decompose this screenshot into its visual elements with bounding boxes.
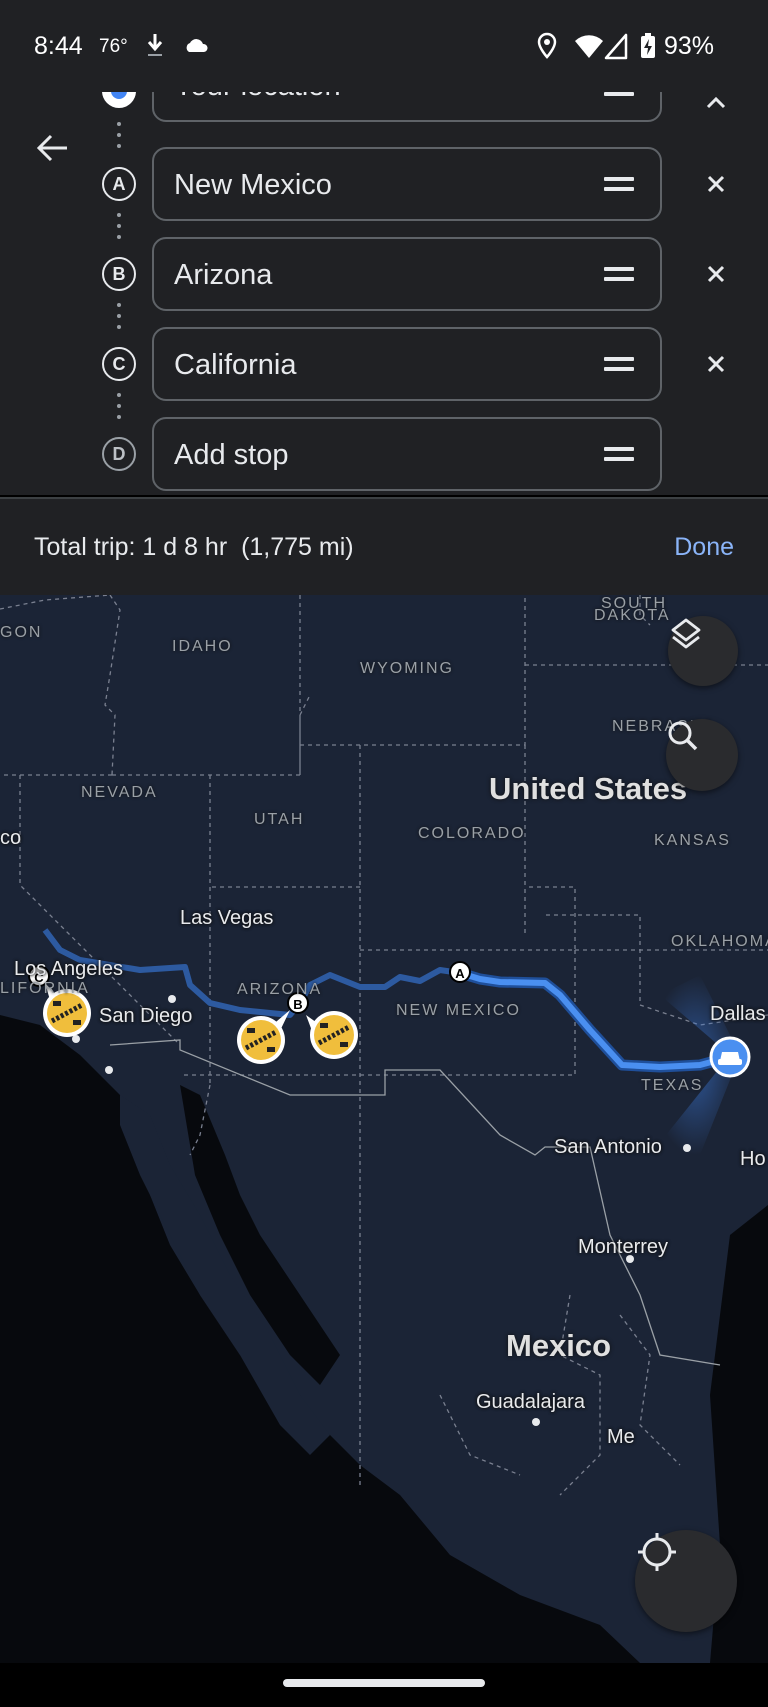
los-angeles-dot (72, 1035, 80, 1043)
close-icon (707, 355, 725, 373)
remove-stop-a-button[interactable] (700, 168, 732, 200)
route-marker-a: A (449, 961, 471, 983)
location-icon (536, 32, 558, 65)
system-nav-bar (0, 1663, 768, 1707)
connector-dots (117, 393, 121, 426)
trip-summary: Total trip: 1 d 8 hr (1,775 mi) Done (0, 497, 768, 595)
drag-handle-icon[interactable] (604, 447, 634, 463)
arrow-left-icon (36, 134, 67, 162)
add-stop-placeholder: Add stop (174, 439, 289, 471)
city-label-san-diego: San Diego (99, 1005, 193, 1027)
stop-field-c-text: California (174, 349, 297, 381)
search-map-button[interactable] (666, 719, 738, 791)
state-label: NEW MEXICO (396, 1002, 521, 1019)
state-label: NEVADA (81, 784, 158, 801)
search-icon (668, 721, 698, 751)
city-label-dallas: Dallas (710, 1003, 766, 1025)
battery-percentage: 93% (664, 32, 715, 60)
remove-stop-b-button[interactable] (700, 258, 732, 290)
drag-handle-icon[interactable] (604, 357, 634, 373)
download-icon (146, 32, 164, 63)
wifi-icon (574, 32, 604, 65)
city-label-los-angeles: Los Angeles (14, 958, 123, 980)
state-label: UTAH (254, 811, 305, 828)
drag-handle-icon[interactable] (604, 92, 634, 98)
guadalajara-dot (532, 1418, 540, 1426)
country-label: Mexico (506, 1328, 612, 1363)
country-label: United States (489, 771, 688, 806)
recenter-button[interactable] (635, 1530, 737, 1632)
back-button[interactable] (28, 124, 76, 172)
total-trip-distance: (1,775 mi) (241, 533, 354, 561)
city-label-guadalajara: Guadalajara (476, 1391, 585, 1413)
city-label-san-francisco: co (0, 827, 22, 849)
status-bar: 8:44 76° 93% (0, 0, 768, 92)
state-label: GON (0, 624, 43, 641)
state-label: TEXAS (641, 1077, 704, 1094)
city-label-mexico-city: Me (607, 1426, 635, 1448)
stop-field-b[interactable]: Arizona (152, 237, 662, 311)
stop-field-c[interactable]: California (152, 327, 662, 401)
state-label: LIFORNIA (0, 980, 90, 997)
route-marker-a-label: A (455, 966, 465, 981)
stop-field-a-text: New Mexico (174, 169, 332, 201)
done-button[interactable]: Done (674, 533, 734, 562)
signal-icon (604, 32, 628, 65)
directions-panel: Your location A New Mexico B Arizona C C… (0, 92, 768, 495)
chevron-up-icon (706, 96, 726, 109)
state-label: KANSAS (654, 832, 731, 849)
incident-marker-arizona-1 (237, 1010, 290, 1064)
current-location-car (709, 1036, 751, 1078)
incident-marker-arizona-2 (306, 1011, 358, 1059)
collapse-button[interactable] (700, 92, 732, 118)
status-time: 8:44 (34, 32, 83, 60)
stop-marker-c: C (102, 347, 136, 381)
crosshair-icon (638, 1533, 676, 1571)
san-diego-dot (105, 1066, 113, 1074)
stop-marker-d: D (102, 437, 136, 471)
stop-marker-b: B (102, 257, 136, 291)
stop-field-a[interactable]: New Mexico (152, 147, 662, 221)
state-label: COLORADO (418, 825, 526, 842)
connector-dots (117, 122, 121, 155)
city-label-houston: Ho (740, 1148, 766, 1170)
origin-marker (102, 92, 136, 108)
origin-field-text: Your location (174, 92, 341, 103)
remove-stop-c-button[interactable] (700, 348, 732, 380)
origin-field[interactable]: Your location (152, 92, 662, 122)
drag-handle-icon[interactable] (604, 267, 634, 283)
close-icon (707, 265, 725, 283)
status-temperature: 76° (99, 36, 128, 57)
san-antonio-dot (683, 1144, 691, 1152)
battery-charging-icon (640, 32, 656, 65)
connector-dots (117, 303, 121, 336)
map-canvas: A B C (0, 595, 768, 1663)
city-label-monterrey: Monterrey (578, 1236, 669, 1258)
route-marker-b-label: B (293, 997, 302, 1012)
total-trip: Total trip: 1 d 8 hr (1,775 mi) (34, 533, 354, 562)
stop-field-b-text: Arizona (174, 259, 273, 291)
layers-icon (671, 618, 701, 649)
state-label: WYOMING (360, 660, 454, 677)
state-label: OKLAHOMA (671, 933, 768, 950)
home-gesture-bar[interactable] (283, 1679, 485, 1687)
cloud-icon (184, 32, 210, 63)
connector-dots (117, 213, 121, 246)
state-label: IDAHO (172, 638, 233, 655)
total-trip-duration: Total trip: 1 d 8 hr (34, 533, 228, 561)
drag-handle-icon[interactable] (604, 177, 634, 193)
city-label-san-antonio: San Antonio (554, 1136, 662, 1158)
stop-marker-a: A (102, 167, 136, 201)
layers-button[interactable] (668, 616, 738, 686)
las-vegas-dot (168, 995, 176, 1003)
city-label-las-vegas: Las Vegas (180, 907, 274, 929)
map-view[interactable]: A B C GON IDAHO WYOMING SOUTH DAKOTA NEB… (0, 595, 768, 1663)
state-label: ARIZONA (237, 981, 323, 998)
add-stop-field[interactable]: Add stop (152, 417, 662, 491)
state-label: DAKOTA (594, 607, 671, 624)
close-icon (707, 175, 725, 193)
